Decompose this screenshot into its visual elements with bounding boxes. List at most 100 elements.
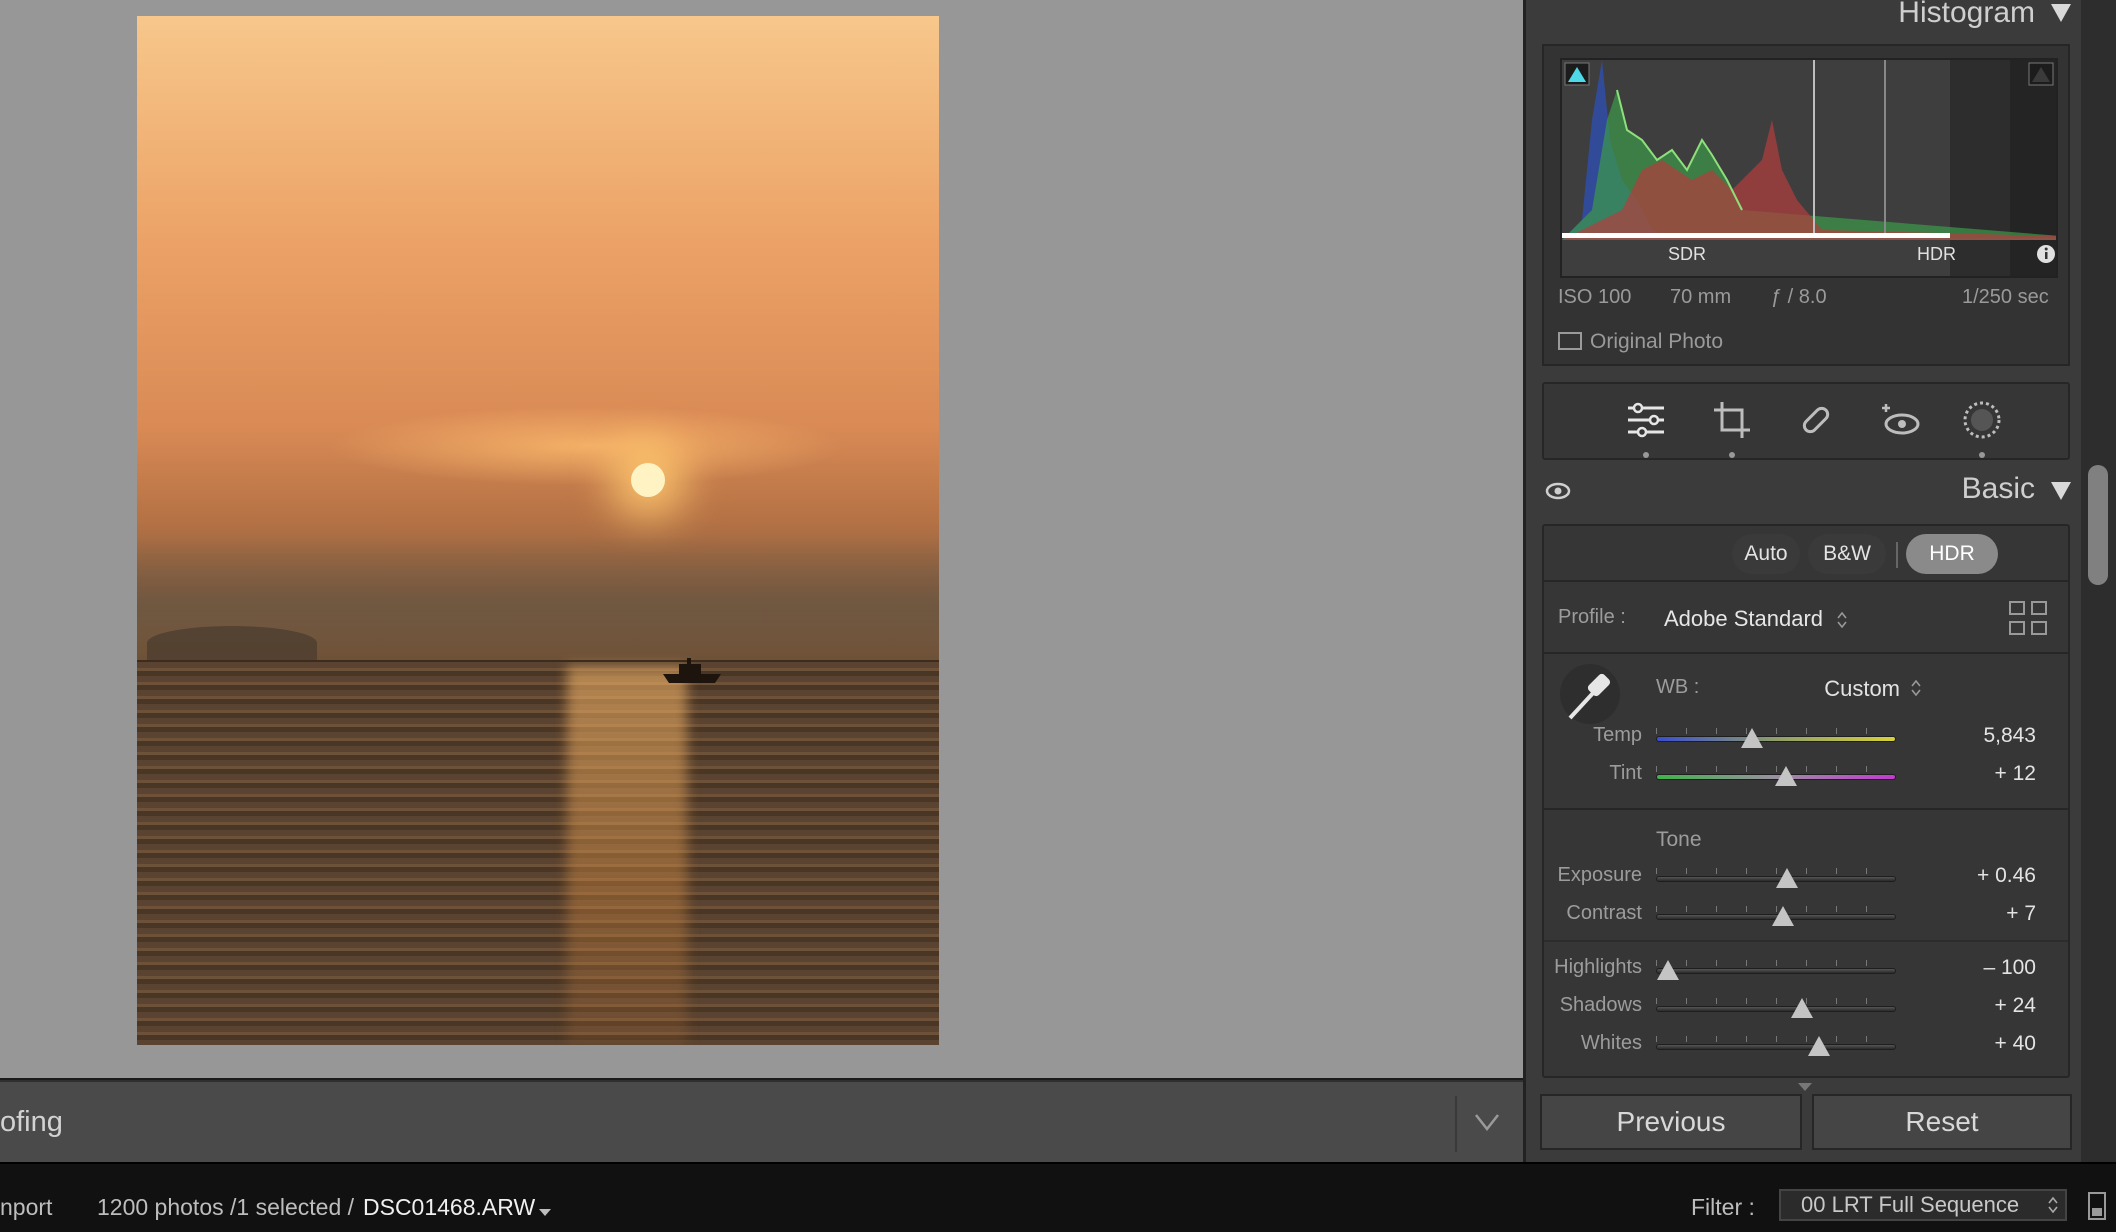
slider-label: Exposure (1557, 864, 1643, 886)
slider-track[interactable] (1656, 1006, 1896, 1012)
slider-thumb[interactable] (1772, 906, 1795, 926)
slider-thumb[interactable] (1657, 960, 1679, 980)
slider-value[interactable]: + 0.46 (1924, 864, 2036, 888)
current-filename[interactable]: DSC01468.ARW (363, 1194, 535, 1221)
slider-thumb[interactable] (1775, 868, 1798, 888)
module-label: ofing (0, 1106, 63, 1138)
histogram-title[interactable]: Histogram (1898, 0, 2035, 30)
bw-button[interactable]: B&W (1808, 534, 1886, 574)
slider-label: Highlights (1554, 956, 1642, 978)
info-icon[interactable] (2036, 244, 2056, 264)
slider-value[interactable]: – 100 (1924, 956, 2036, 980)
wb-label: WB : (1656, 676, 1700, 698)
filmstrip-toggle-icon[interactable] (2088, 1192, 2106, 1220)
hdr-label: HDR (1917, 244, 1956, 264)
profile-browser-icon[interactable] (2008, 600, 2048, 636)
develop-panel: Histogram SDR HDR ISO 100 70 mm ƒ / 8.0 … (1523, 0, 2081, 1162)
slider-value[interactable]: + 12 (1924, 762, 2036, 786)
red-eye-icon[interactable] (1878, 398, 1922, 442)
profile-label: Profile : (1558, 606, 1626, 628)
histogram-curves (1562, 60, 2056, 240)
previous-button[interactable]: Previous (1540, 1094, 1802, 1150)
slider-label: Shadows (1559, 994, 1642, 1016)
photo-canvas[interactable] (0, 0, 1523, 1078)
slider-value[interactable]: + 24 (1924, 994, 2036, 1018)
panel-buttons: Previous Reset (1540, 1094, 2072, 1150)
original-photo-toggle[interactable]: Original Photo (1558, 330, 1723, 354)
filter-value: 00 LRT Full Sequence (1801, 1192, 2020, 1217)
tool-strip (1542, 382, 2070, 460)
original-photo-checkbox[interactable] (1558, 332, 1582, 350)
slider-thumb[interactable] (1774, 766, 1797, 786)
slider-label: Tint (1609, 762, 1642, 784)
slider-label: Whites (1580, 1032, 1642, 1054)
boat-silhouette (663, 658, 721, 683)
treatment-row: Auto B&W HDR (1544, 526, 2068, 582)
slider-track[interactable] (1656, 968, 1896, 974)
slider-thumb[interactable] (1791, 998, 1814, 1018)
filter-select[interactable]: 00 LRT Full Sequence (1779, 1189, 2067, 1221)
slider-track[interactable] (1656, 1044, 1896, 1050)
edit-sliders-icon[interactable] (1624, 398, 1668, 442)
slider-thumb[interactable] (1741, 728, 1763, 748)
shadow-clipping-icon[interactable] (1564, 62, 1590, 86)
exif-aperture: ƒ / 8.0 (1771, 286, 1827, 308)
panel-end-arrow-icon (1798, 1083, 1812, 1091)
basic-panel: Auto B&W HDR Profile : Adobe Standard WB… (1542, 524, 2070, 1078)
photo-island (147, 626, 317, 660)
healing-icon[interactable] (1794, 398, 1838, 442)
crop-icon[interactable] (1710, 398, 1754, 442)
reset-button[interactable]: Reset (1812, 1094, 2072, 1150)
histogram-collapse-icon[interactable] (2051, 4, 2071, 22)
wb-select[interactable]: Custom (1804, 676, 1900, 702)
filter-label: Filter : (1691, 1194, 1755, 1220)
toolbar-divider (1455, 1096, 1457, 1152)
crop-tool-dot (1729, 452, 1735, 458)
exif-focal-length: 70 mm (1670, 286, 1732, 308)
profile-row: Profile : Adobe Standard (1544, 582, 2068, 654)
histogram-box: SDR HDR ISO 100 70 mm ƒ / 8.0 1/250 sec … (1542, 44, 2070, 366)
import-button[interactable]: nport (0, 1194, 52, 1221)
toolbar: ofing (0, 1080, 1523, 1162)
tone-section: Tone Exposure + 0.46 Contrast + 7 Highlights… (1544, 810, 2068, 1076)
basic-collapse-icon[interactable] (2051, 482, 2071, 500)
photo-preview[interactable] (137, 16, 939, 1045)
hdr-button[interactable]: HDR (1906, 534, 1998, 574)
eyedropper-icon[interactable] (1558, 662, 1622, 726)
panel-scrollbar[interactable] (2081, 0, 2116, 1162)
active-tool-dot (1643, 452, 1649, 458)
basic-title[interactable]: Basic (1962, 472, 2035, 506)
slider-ticks (1656, 728, 1896, 734)
slider-value[interactable]: + 40 (1924, 1032, 2036, 1056)
wb-stepper-icon[interactable] (1910, 678, 1922, 698)
slider-thumb[interactable] (1808, 1036, 1831, 1056)
button-divider (1896, 542, 1898, 568)
slider-label: Contrast (1566, 902, 1642, 924)
chevron-down-icon[interactable] (1474, 1112, 1500, 1132)
filename-dropdown-icon[interactable] (538, 1208, 552, 1218)
slider-ticks (1656, 998, 1896, 1004)
eye-icon[interactable] (1545, 481, 1571, 501)
slider-track[interactable] (1656, 736, 1896, 742)
filter-stepper-icon[interactable] (2047, 1195, 2059, 1215)
highlight-clipping-icon[interactable] (2028, 62, 2054, 86)
exif-iso: ISO 100 (1558, 286, 1632, 308)
photo-horizon (137, 660, 939, 662)
photo-sun (631, 463, 665, 497)
slider-value[interactable]: + 7 (1924, 902, 2036, 926)
slider-label: Temp (1593, 724, 1642, 746)
tone-label: Tone (1656, 828, 1702, 851)
profile-stepper-icon[interactable] (1836, 610, 1848, 630)
scrollbar-thumb[interactable] (2088, 465, 2108, 585)
tone-divider (1544, 940, 2068, 942)
profile-select[interactable]: Adobe Standard (1664, 606, 1823, 632)
photo-count: 1200 photos /1 selected / (97, 1194, 355, 1220)
masking-tool-dot (1979, 452, 1985, 458)
sdr-label: SDR (1668, 244, 1707, 264)
masking-icon[interactable] (1960, 398, 2004, 442)
auto-button[interactable]: Auto (1732, 534, 1800, 574)
slider-ticks (1656, 960, 1896, 966)
histogram-graph (1560, 58, 2058, 278)
slider-value[interactable]: 5,843 (1924, 724, 2036, 748)
white-balance-section: WB : Custom Temp 5,843 Tint + 12 (1544, 654, 2068, 810)
